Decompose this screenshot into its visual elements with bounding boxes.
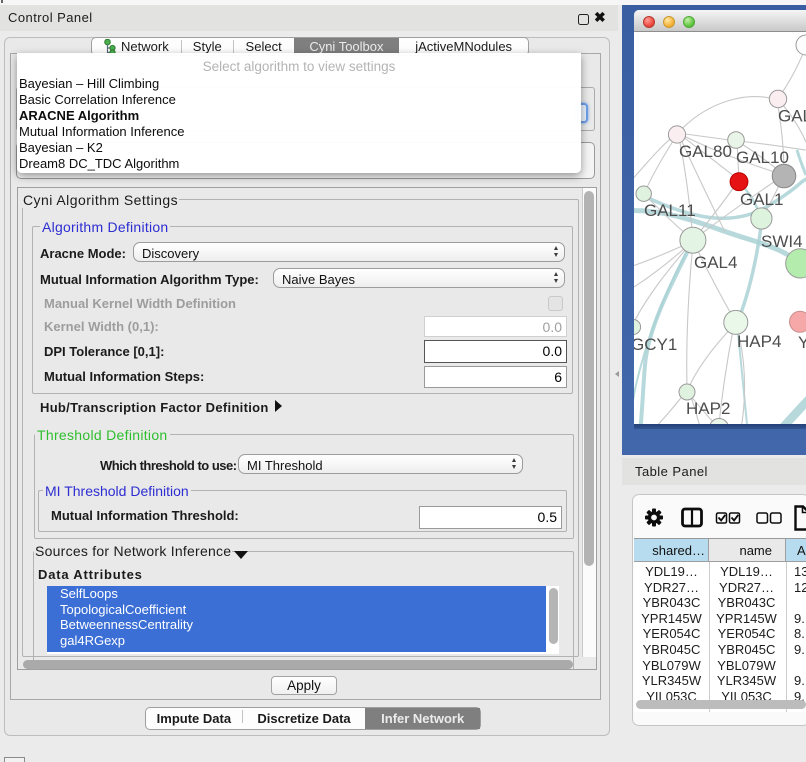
svg-text:GAL: GAL [778, 107, 806, 126]
svg-text:HAP2: HAP2 [686, 399, 730, 418]
svg-text:GAL4: GAL4 [694, 253, 737, 272]
svg-text:GAL1: GAL1 [740, 190, 783, 209]
svg-text:GCY1: GCY1 [634, 335, 677, 354]
svg-text:GAL80: GAL80 [679, 142, 732, 161]
svg-text:HAP4: HAP4 [737, 332, 781, 351]
svg-text:GAL11: GAL11 [644, 201, 696, 220]
svg-text:SWI4: SWI4 [761, 232, 803, 251]
svg-text:Y: Y [798, 333, 806, 352]
svg-text:GAL10: GAL10 [736, 148, 789, 167]
